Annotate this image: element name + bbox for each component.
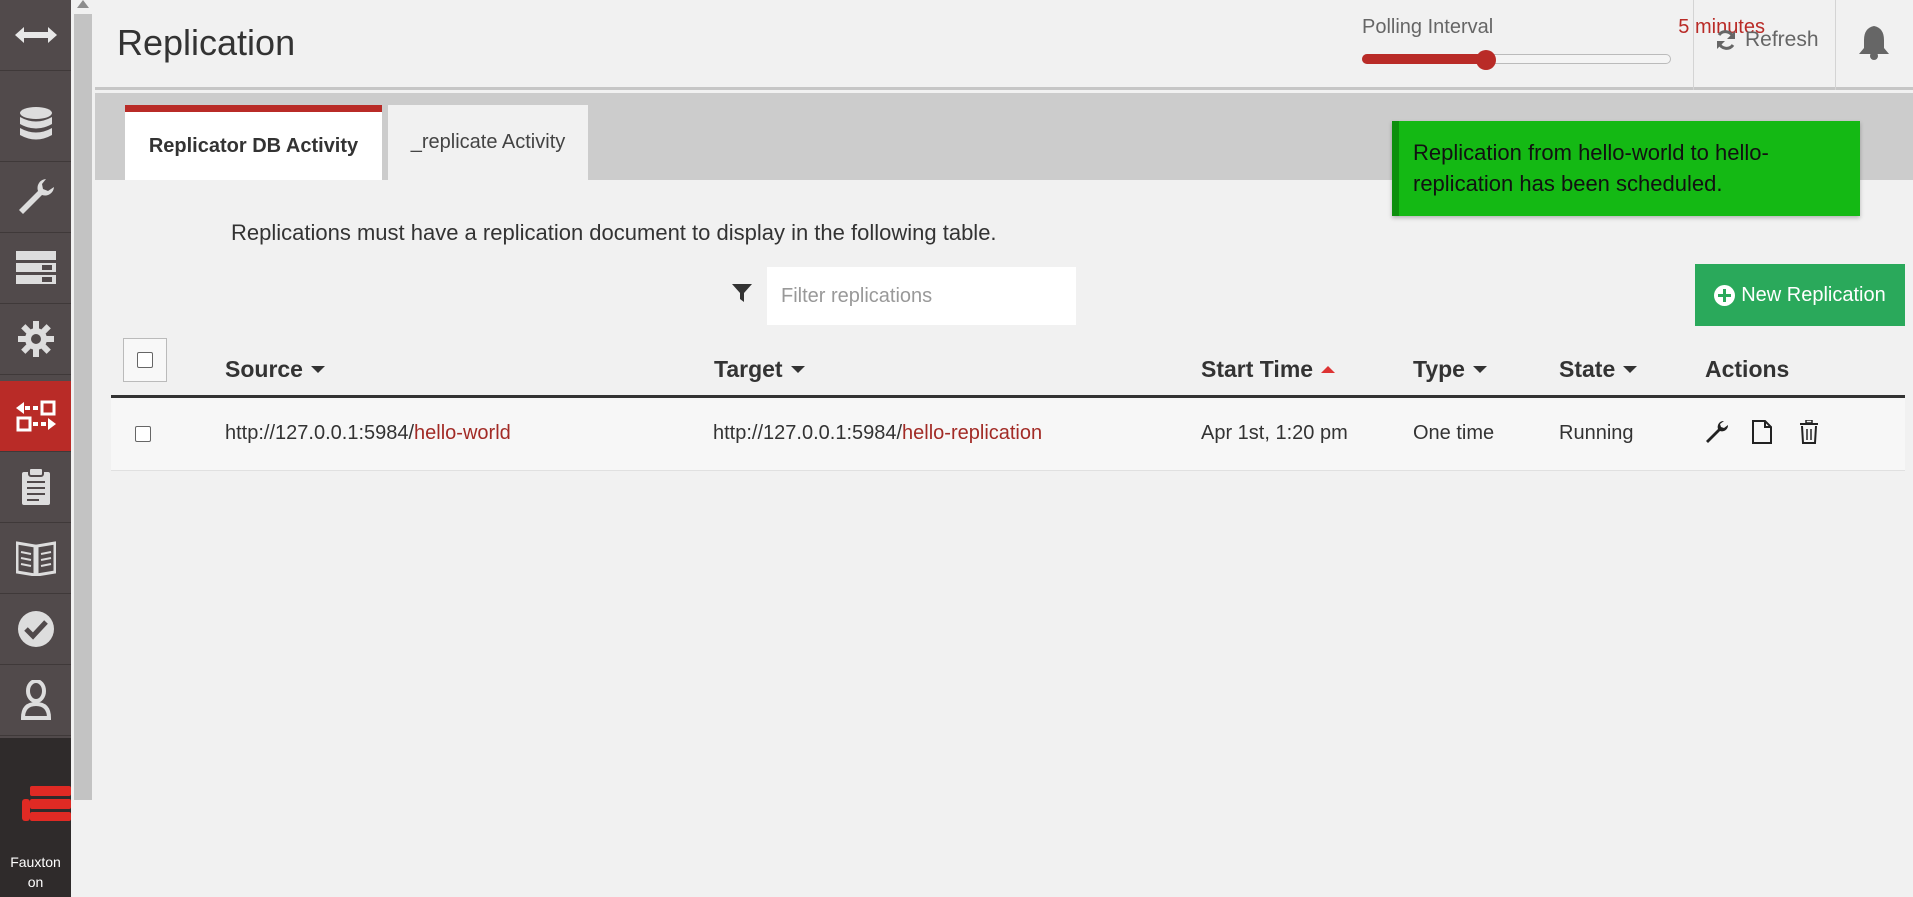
source-host: http://127.0.0.1:5984/: [225, 422, 415, 444]
column-header-source[interactable]: Source: [225, 356, 325, 383]
tab-replicate-activity[interactable]: _replicate Activity: [388, 105, 588, 180]
couchdb-logo-icon: [22, 786, 71, 829]
replication-icon[interactable]: [0, 381, 71, 452]
source-db-link[interactable]: hello-world: [414, 422, 511, 444]
info-text: Replications must have a replication doc…: [231, 220, 997, 245]
slider-thumb[interactable]: [1475, 50, 1496, 70]
header-divider: [1693, 0, 1694, 90]
start-time-cell: Apr 1st, 1:20 pm: [1201, 422, 1348, 444]
plus-circle-icon: [1714, 284, 1736, 306]
row-checkbox[interactable]: [135, 426, 151, 442]
checkbox[interactable]: [135, 426, 151, 442]
scrollbar-thumb[interactable]: [74, 14, 92, 800]
header-divider: [1835, 0, 1836, 90]
new-replication-button[interactable]: New Replication: [1695, 264, 1905, 326]
notifications-bell-icon[interactable]: [1858, 24, 1890, 65]
edit-wrench-icon[interactable]: [1705, 420, 1729, 449]
column-state-label: State: [1559, 356, 1616, 382]
scroll-up-arrow-icon[interactable]: [77, 0, 89, 8]
sidebar-scrollbar[interactable]: [71, 0, 95, 897]
document-icon[interactable]: [1752, 420, 1772, 449]
sidebar: Fauxton on: [0, 0, 71, 897]
column-header-target[interactable]: Target: [714, 356, 805, 383]
new-replication-label: New Replication: [1741, 283, 1886, 306]
user-icon[interactable]: [0, 665, 71, 736]
sort-caret-icon: [1472, 366, 1487, 373]
slider-fill: [1362, 54, 1486, 64]
column-header-actions: Actions: [1705, 356, 1789, 383]
sort-caret-icon: [1623, 366, 1638, 373]
column-source-label: Source: [225, 356, 303, 382]
fauxton-label-line1: Fauxton: [10, 854, 61, 870]
replications-table: Source Target Start Time Type State Acti…: [111, 336, 1905, 471]
state-cell: Running: [1559, 422, 1634, 444]
fauxton-label-line2: on: [27, 874, 44, 890]
documentation-icon[interactable]: [0, 523, 71, 594]
type-cell: One time: [1413, 422, 1495, 444]
column-start-time-label: Start Time: [1201, 356, 1314, 382]
delete-trash-icon[interactable]: [1800, 419, 1818, 449]
sidebar-footer: Fauxton on: [0, 738, 71, 897]
source-cell: http://127.0.0.1:5984/hello-world: [225, 422, 511, 445]
refresh-icon: [1717, 30, 1735, 50]
table-row: http://127.0.0.1:5984/hello-world http:/…: [111, 398, 1905, 471]
toggle-width-icon[interactable]: [0, 0, 71, 71]
page-header: Replication Polling Interval 5 minutes R…: [95, 0, 1913, 90]
active-tasks-icon[interactable]: [0, 233, 71, 304]
column-header-state[interactable]: State: [1559, 356, 1638, 383]
column-actions-label: Actions: [1705, 356, 1790, 382]
page-title: Replication: [117, 22, 296, 63]
column-header-type[interactable]: Type: [1413, 356, 1487, 383]
config-gear-icon[interactable]: [0, 304, 71, 375]
tab-replicator-db-activity[interactable]: Replicator DB Activity: [125, 105, 382, 180]
sort-caret-icon: [790, 366, 805, 373]
target-db-link[interactable]: hello-replication: [902, 422, 1042, 444]
refresh-label: Refresh: [1745, 28, 1819, 51]
polling-interval-slider[interactable]: [1362, 50, 1671, 70]
polling-interval-label: Polling Interval: [1362, 16, 1494, 38]
fauxton-label: Fauxton on: [0, 852, 71, 892]
success-toast[interactable]: Replication from hello-world to hello-re…: [1392, 121, 1860, 216]
select-all-checkbox[interactable]: [123, 338, 167, 382]
target-cell: http://127.0.0.1:5984/hello-replication: [713, 422, 1042, 445]
setup-wrench-icon[interactable]: [0, 162, 71, 233]
sort-ascending-icon: [1321, 366, 1336, 373]
verify-check-icon[interactable]: [0, 594, 71, 665]
checkbox[interactable]: [137, 352, 153, 368]
clipboard-icon[interactable]: [0, 452, 71, 523]
column-type-label: Type: [1413, 356, 1465, 382]
filter-icon: [732, 283, 752, 308]
target-host: http://127.0.0.1:5984/: [713, 422, 903, 444]
column-header-start-time[interactable]: Start Time: [1201, 356, 1336, 383]
refresh-button[interactable]: Refresh: [1715, 28, 1819, 52]
databases-icon[interactable]: [0, 91, 71, 162]
table-header: Source Target Start Time Type State Acti…: [111, 336, 1905, 398]
filter-replications-input[interactable]: [767, 267, 1076, 325]
sort-caret-icon: [310, 366, 325, 373]
column-target-label: Target: [714, 356, 783, 382]
